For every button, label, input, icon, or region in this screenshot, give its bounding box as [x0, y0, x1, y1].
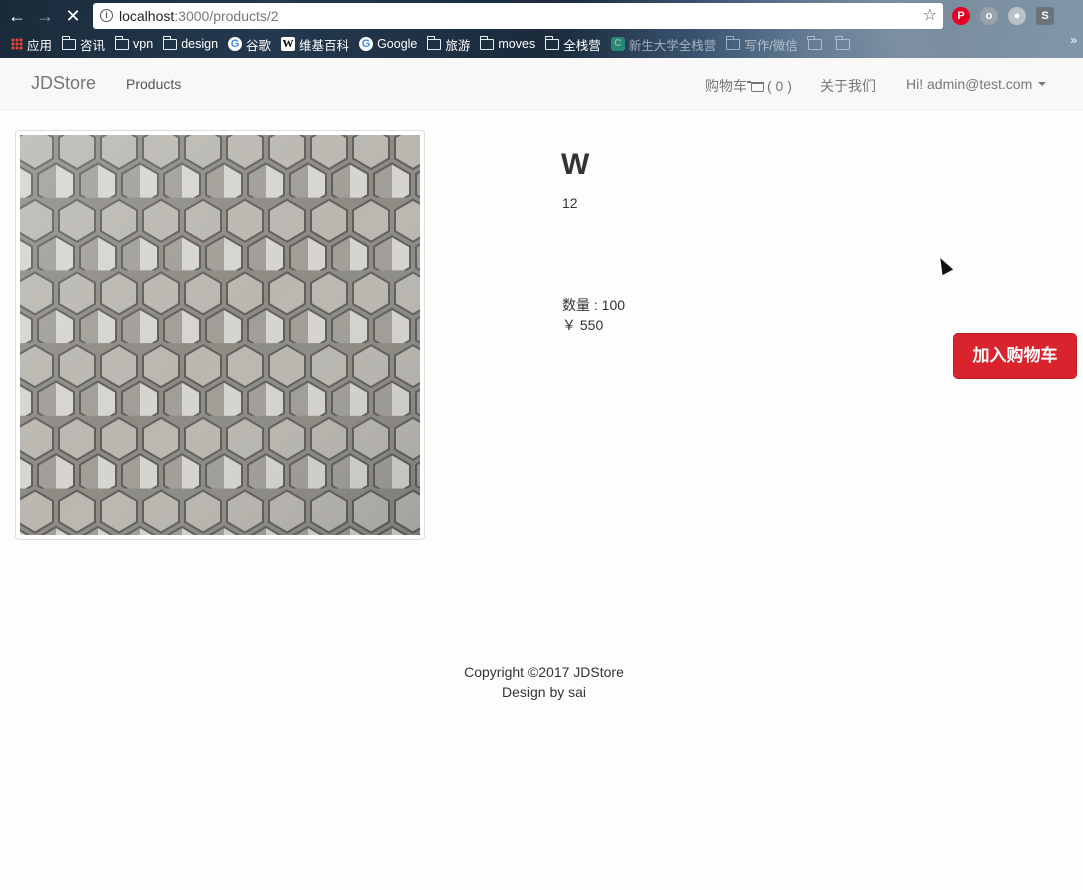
info-icon[interactable]: i	[100, 9, 113, 22]
apps-icon	[11, 38, 23, 50]
folder-icon	[807, 35, 822, 50]
folder-icon	[426, 35, 442, 50]
user-dropdown[interactable]: Hi! admin@test.com	[906, 76, 1047, 92]
product-quantity: 数量 : 100	[562, 297, 626, 313]
extension-icon[interactable]: o	[980, 7, 998, 25]
pinterest-icon[interactable]: P	[952, 7, 970, 25]
cart-count: ( 0 )	[767, 78, 792, 94]
user-label: Hi! admin@test.com	[906, 76, 1033, 92]
bookmark-folder[interactable]: design	[162, 35, 218, 51]
cart-label: 购物车	[705, 78, 747, 94]
bookmark-folder[interactable]: moves	[479, 35, 535, 51]
product-description: 12	[562, 195, 578, 211]
folder-icon	[544, 35, 560, 50]
bookmark-folder[interactable]: 咨讯	[61, 35, 105, 54]
folder-icon	[61, 35, 77, 50]
navbar: JDStore Products 购物车 ( 0 ) 关于我们 Hi! admin…	[0, 58, 1083, 110]
bookmark-apps[interactable]: 应用	[11, 35, 52, 54]
bookmark-folder[interactable]	[835, 35, 854, 50]
add-to-cart-button[interactable]: 加入购物车	[953, 333, 1077, 379]
caret-down-icon	[1038, 82, 1047, 86]
s-extension-icon[interactable]: S	[1036, 7, 1054, 25]
nav-products-link[interactable]: Products	[126, 76, 181, 92]
site-icon: C	[610, 37, 625, 51]
nav-cart-link[interactable]: 购物车 ( 0 )	[705, 76, 792, 96]
bookmark-folder[interactable]	[807, 35, 826, 50]
bookmark-star-icon[interactable]: ☆	[923, 3, 937, 29]
cart-icon	[747, 81, 764, 92]
folder-icon	[835, 35, 850, 50]
url-text: localhost:3000/products/2	[119, 8, 279, 24]
footer-design: Design by sai	[501, 684, 587, 700]
footer: Copyright ©2017 JDStore Design by sai	[0, 662, 1083, 702]
google-icon: G	[359, 37, 374, 51]
footer-copyright: Copyright ©2017 JDStore	[464, 664, 624, 680]
bookmark-folder[interactable]: vpn	[114, 35, 153, 51]
brand-link[interactable]: JDStore	[31, 73, 96, 94]
forward-icon[interactable]: →	[34, 5, 56, 27]
hexagon-pattern-image	[20, 135, 420, 535]
bookmark-folder[interactable]: 全栈营	[544, 35, 601, 54]
bookmark-wikipedia[interactable]: W 维基百科	[281, 35, 349, 54]
folder-icon	[114, 35, 130, 50]
folder-icon	[162, 35, 178, 50]
google-icon: G	[228, 37, 243, 51]
nav-about-link[interactable]: 关于我们	[820, 76, 876, 96]
address-bar[interactable]: i localhost:3000/products/2 ☆	[93, 3, 943, 29]
back-icon[interactable]: ←	[6, 5, 28, 27]
bookmark-folder[interactable]: 写作/微信	[725, 35, 798, 54]
mouse-cursor-icon	[935, 255, 954, 276]
bookmark-google-cn[interactable]: G 谷歌	[228, 35, 271, 54]
product-image	[15, 130, 425, 540]
folder-icon	[479, 35, 495, 50]
stop-icon[interactable]: ✕	[62, 5, 84, 27]
product-title: W	[561, 148, 590, 181]
bookmark-folder[interactable]: 旅游	[426, 35, 470, 54]
product-price: ￥ 550	[562, 317, 604, 333]
folder-icon	[725, 35, 741, 50]
wikipedia-icon: W	[281, 37, 296, 51]
bookmark-site[interactable]: C 新生大学全栈营	[610, 35, 716, 54]
extension-icon-2[interactable]: ●	[1008, 7, 1026, 25]
more-bookmarks-icon[interactable]: »	[1070, 33, 1077, 47]
bookmark-google[interactable]: G Google	[359, 37, 417, 51]
bookmarks-bar: 应用 咨讯 vpn design G 谷歌 W 维基百科 G Google 旅游 mo…	[0, 33, 1083, 55]
